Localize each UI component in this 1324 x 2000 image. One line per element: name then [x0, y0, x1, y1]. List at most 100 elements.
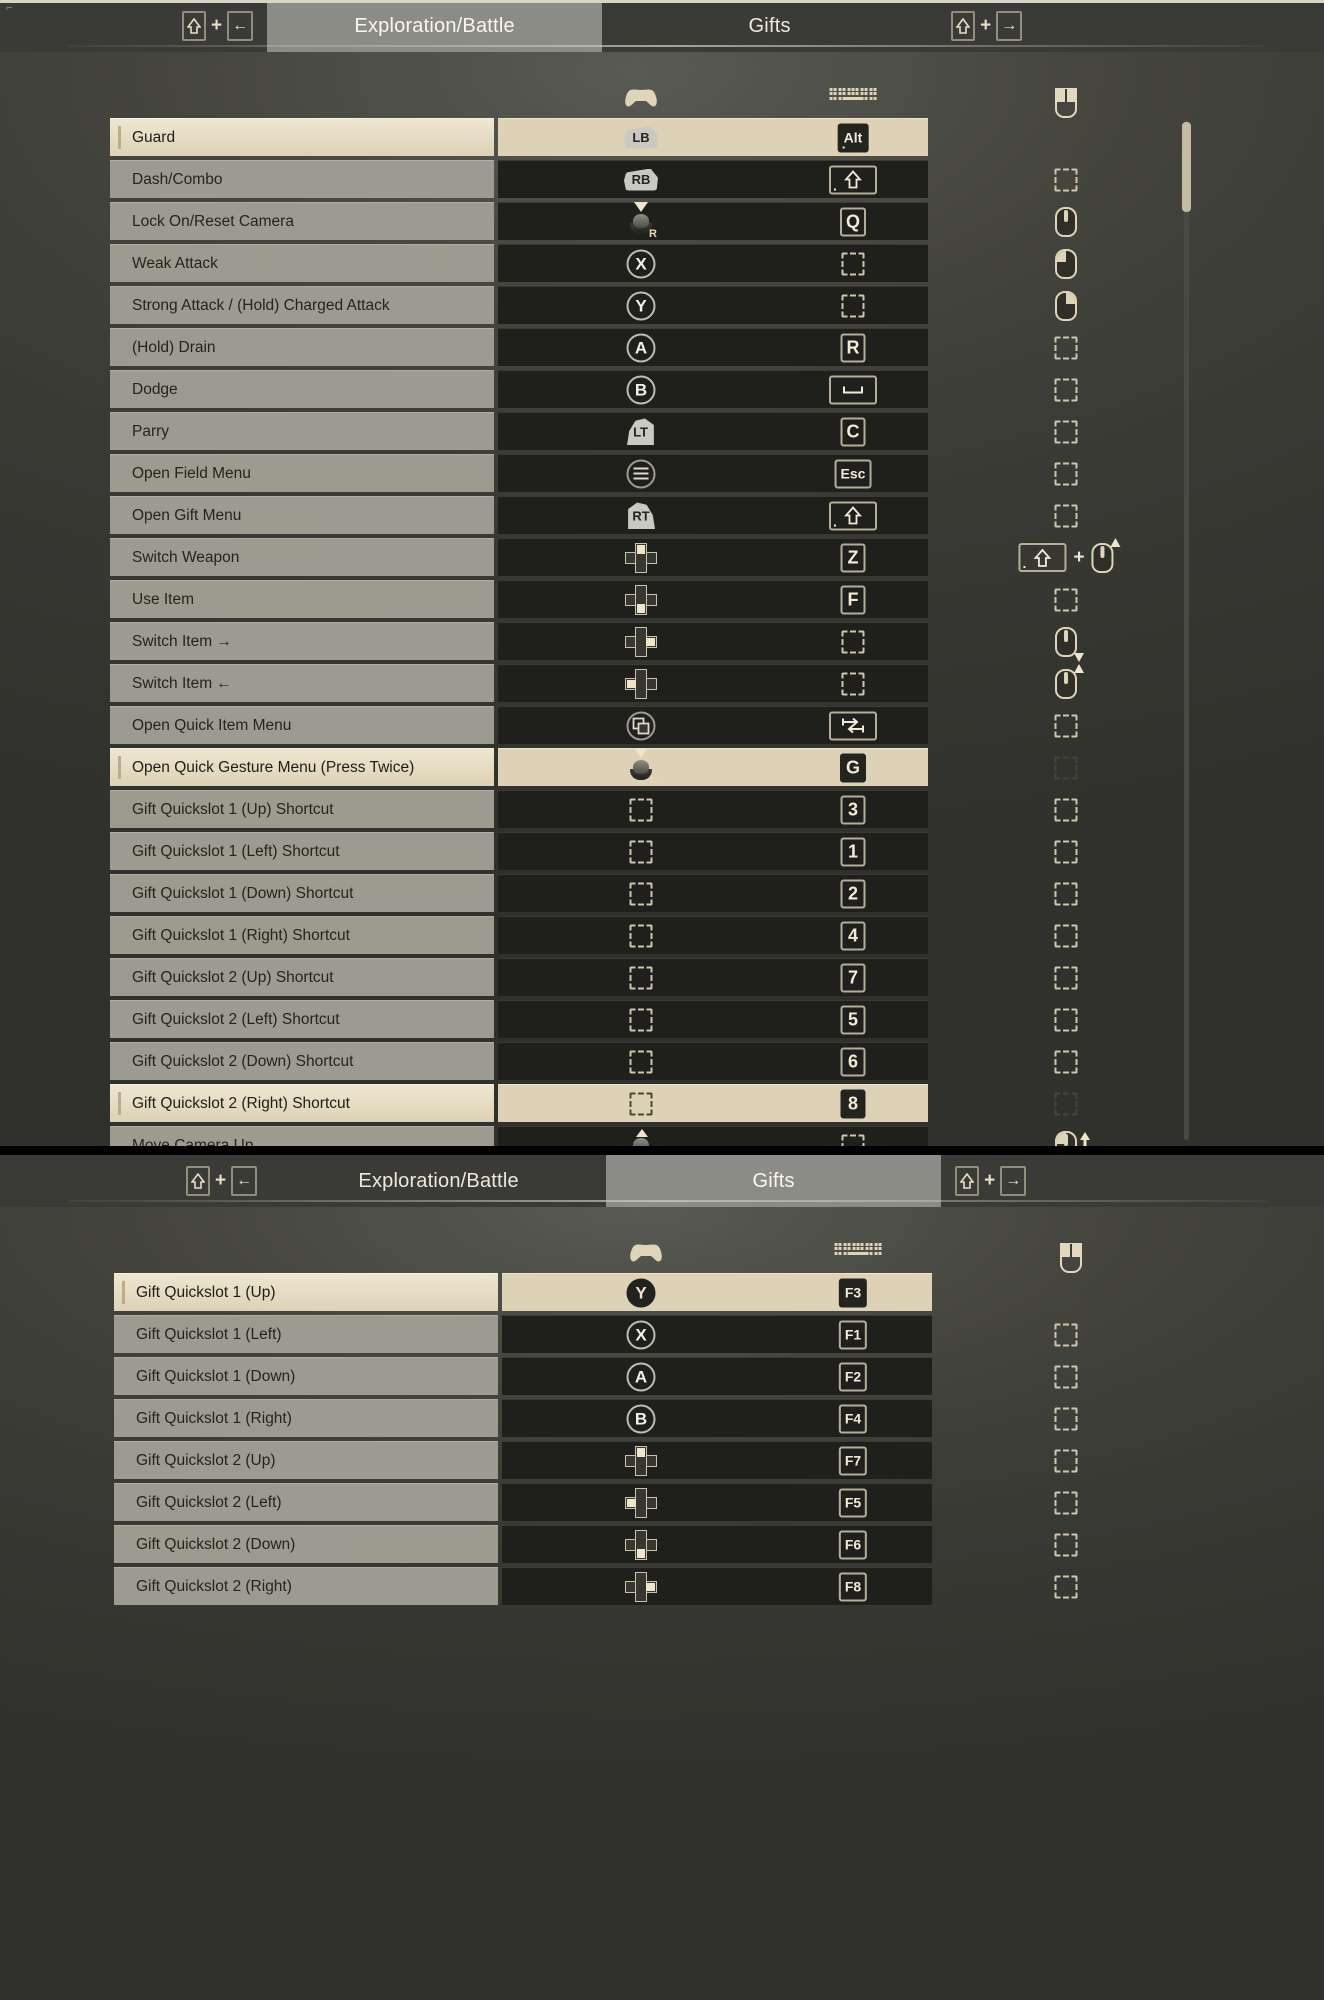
table-row[interactable]: Gift Quickslot 1 (Right) B F4: [114, 1397, 1078, 1438]
row-action-cell[interactable]: Guard: [110, 118, 494, 156]
binding-slot-gamepad[interactable]: [629, 882, 653, 905]
binding-slot-keyboard[interactable]: 4: [840, 921, 866, 950]
row-action-cell[interactable]: Gift Quickslot 2 (Down): [114, 1525, 498, 1563]
table-row[interactable]: Gift Quickslot 1 (Down) Shortcut 2: [110, 872, 1078, 913]
binding-slot-gamepad[interactable]: B: [626, 375, 656, 404]
table-row[interactable]: Open Quick Gesture Menu (Press Twice) L G: [110, 746, 1078, 787]
binding-slot-gamepad[interactable]: Y: [626, 1278, 656, 1307]
row-bindings-cell[interactable]: [498, 706, 1078, 744]
row-action-cell[interactable]: Gift Quickslot 1 (Left) Shortcut: [110, 832, 494, 870]
table-row[interactable]: Guard LB Alt: [110, 116, 1078, 157]
binding-slot-keyboard[interactable]: [841, 294, 865, 317]
row-action-cell[interactable]: Open Gift Menu: [110, 496, 494, 534]
binding-slot-gamepad[interactable]: [626, 711, 656, 740]
binding-slot-keyboard[interactable]: R: [840, 333, 866, 362]
row-bindings-cell[interactable]: 1: [498, 832, 1078, 870]
row-bindings-cell[interactable]: B: [498, 370, 1078, 408]
binding-slot-gamepad[interactable]: [629, 1092, 653, 1115]
row-action-cell[interactable]: Gift Quickslot 1 (Down) Shortcut: [110, 874, 494, 912]
binding-slot-mouse[interactable]: [1055, 290, 1077, 321]
binding-slot-gamepad[interactable]: [629, 798, 653, 821]
binding-slot-mouse[interactable]: [1054, 1575, 1078, 1598]
binding-slot-keyboard[interactable]: F6: [838, 1530, 868, 1559]
binding-slot-keyboard[interactable]: [841, 630, 865, 653]
row-bindings-cell[interactable]: F6: [502, 1525, 1078, 1563]
row-bindings-cell[interactable]: AR: [498, 328, 1078, 366]
binding-slot-gamepad[interactable]: [625, 1529, 657, 1560]
binding-slot-mouse[interactable]: [1054, 588, 1078, 611]
binding-slot-gamepad[interactable]: X: [626, 1320, 656, 1349]
row-bindings-cell[interactable]: LB Alt: [498, 118, 1078, 156]
binding-slot-gamepad[interactable]: [625, 542, 657, 573]
row-action-cell[interactable]: Gift Quickslot 1 (Right): [114, 1399, 498, 1437]
row-action-cell[interactable]: Gift Quickslot 2 (Left): [114, 1483, 498, 1521]
table-row[interactable]: Switch Item ←: [110, 662, 1084, 703]
binding-slot-keyboard[interactable]: F8: [838, 1572, 868, 1601]
table-row[interactable]: Gift Quickslot 1 (Left) X F1: [114, 1313, 1078, 1354]
binding-slot-keyboard[interactable]: 7: [840, 963, 866, 992]
binding-slot-gamepad[interactable]: LT: [627, 418, 655, 445]
row-bindings-cell[interactable]: RB: [498, 160, 1078, 198]
row-action-cell[interactable]: Dash/Combo: [110, 160, 494, 198]
binding-slot-mouse[interactable]: [1054, 126, 1078, 149]
row-action-cell[interactable]: Open Quick Item Menu: [110, 706, 494, 744]
row-action-cell[interactable]: Gift Quickslot 2 (Right) Shortcut: [110, 1084, 494, 1122]
binding-slot-gamepad[interactable]: [625, 626, 657, 657]
table-row[interactable]: Parry LT C: [110, 410, 1078, 451]
row-action-cell[interactable]: Open Quick Gesture Menu (Press Twice): [110, 748, 494, 786]
row-bindings-cell[interactable]: 6: [498, 1042, 1078, 1080]
binding-slot-keyboard[interactable]: C: [840, 417, 866, 446]
table-row[interactable]: Dash/Combo RB: [110, 158, 1078, 199]
binding-slot-gamepad[interactable]: [629, 840, 653, 863]
binding-slot-mouse[interactable]: [1054, 756, 1078, 779]
binding-slot-keyboard[interactable]: G: [839, 753, 867, 782]
binding-slot-mouse[interactable]: [1054, 504, 1078, 527]
table-row[interactable]: (Hold) Drain A R: [110, 326, 1078, 367]
binding-slot-gamepad[interactable]: [625, 668, 657, 699]
binding-slot-gamepad[interactable]: [625, 1487, 657, 1518]
table-row[interactable]: Gift Quickslot 2 (Right) F8: [114, 1565, 1078, 1606]
row-bindings-cell[interactable]: Esc: [498, 454, 1078, 492]
binding-slot-mouse[interactable]: +: [1018, 537, 1121, 573]
binding-slot-keyboard[interactable]: [829, 375, 877, 404]
binding-slot-mouse[interactable]: [1054, 1407, 1078, 1430]
binding-slot-keyboard[interactable]: F2: [838, 1362, 868, 1391]
row-action-cell[interactable]: Dodge: [110, 370, 494, 408]
binding-slot-gamepad[interactable]: [629, 1050, 653, 1073]
binding-slot-gamepad[interactable]: [625, 584, 657, 615]
binding-slot-keyboard[interactable]: F4: [838, 1404, 868, 1433]
row-bindings-cell[interactable]: X: [498, 244, 1077, 282]
binding-slot-keyboard[interactable]: 6: [840, 1047, 866, 1076]
row-bindings-cell[interactable]: LG: [498, 747, 1078, 786]
row-bindings-cell[interactable]: Y F3: [502, 1273, 1078, 1311]
binding-slot-mouse[interactable]: [1054, 1449, 1078, 1472]
binding-slot-mouse[interactable]: [1055, 626, 1084, 662]
row-action-cell[interactable]: Gift Quickslot 1 (Up): [114, 1273, 498, 1311]
binding-slot-mouse[interactable]: [1054, 966, 1078, 989]
table-row[interactable]: Gift Quickslot 1 (Up) Shortcut 3: [110, 788, 1078, 829]
row-action-cell[interactable]: Gift Quickslot 1 (Right) Shortcut: [110, 916, 494, 954]
row-action-cell[interactable]: Gift Quickslot 2 (Up) Shortcut: [110, 958, 494, 996]
binding-slot-mouse[interactable]: [1054, 840, 1078, 863]
row-bindings-cell[interactable]: 2: [498, 874, 1078, 912]
binding-slot-keyboard[interactable]: [841, 672, 865, 695]
binding-slot-mouse[interactable]: [1054, 462, 1078, 485]
row-action-cell[interactable]: Switch Weapon: [110, 538, 494, 576]
table-row[interactable]: Lock On/Reset Camera R Q: [110, 200, 1077, 241]
table-row[interactable]: Gift Quickslot 1 (Right) Shortcut 4: [110, 914, 1078, 955]
row-bindings-cell[interactable]: Z +: [498, 537, 1121, 576]
table-row[interactable]: Open Quick Item Menu: [110, 704, 1078, 745]
row-action-cell[interactable]: Gift Quickslot 1 (Down): [114, 1357, 498, 1395]
binding-slot-gamepad[interactable]: [625, 1571, 657, 1602]
binding-slot-mouse[interactable]: [1054, 336, 1078, 359]
binding-slot-keyboard[interactable]: Esc: [834, 459, 872, 488]
binding-slot-mouse[interactable]: [1054, 420, 1078, 443]
binding-slot-keyboard[interactable]: F1: [838, 1320, 868, 1349]
table-row[interactable]: Dodge B: [110, 368, 1078, 409]
table-row[interactable]: Use Item F: [110, 578, 1078, 619]
table-row[interactable]: Gift Quickslot 1 (Left) Shortcut 1: [110, 830, 1078, 871]
binding-slot-gamepad[interactable]: RB: [624, 168, 658, 191]
binding-slot-mouse[interactable]: [1054, 1050, 1078, 1073]
binding-slot-keyboard[interactable]: 2: [840, 879, 866, 908]
binding-slot-gamepad[interactable]: R: [624, 201, 658, 240]
